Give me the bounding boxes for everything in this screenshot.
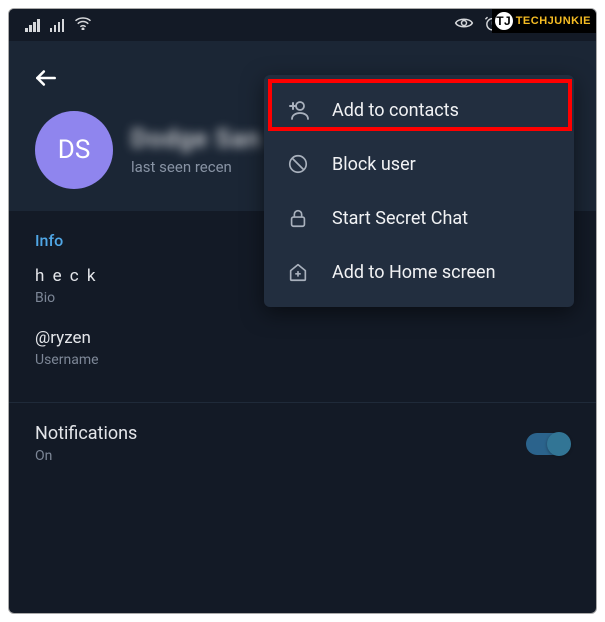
- menu-block-user-label: Block user: [332, 154, 416, 175]
- menu-home-screen[interactable]: Add to Home screen: [264, 245, 574, 299]
- signal-icon: [25, 19, 40, 32]
- name-column: Dodge San last seen recen: [131, 125, 261, 176]
- notifications-state: On: [35, 448, 137, 464]
- menu-add-contacts[interactable]: Add to contacts: [264, 83, 574, 137]
- avatar-initials: DS: [58, 135, 91, 165]
- watermark: TJ TECHJUNKIE: [492, 9, 596, 33]
- watermark-text: TECHJUNKIE: [516, 15, 591, 27]
- watermark-badge: TJ: [495, 12, 513, 30]
- menu-block-user[interactable]: Block user: [264, 137, 574, 191]
- menu-home-screen-label: Add to Home screen: [332, 262, 496, 283]
- notifications-title: Notifications: [35, 423, 137, 444]
- toggle-knob: [547, 432, 571, 456]
- menu-secret-chat-label: Start Secret Chat: [332, 208, 468, 229]
- app-frame: TJ TECHJUNKIE 67 5:30 DS: [8, 8, 597, 614]
- username-label: Username: [35, 352, 570, 368]
- username-value: @ryzen: [35, 328, 570, 348]
- username-item[interactable]: @ryzen Username: [35, 328, 570, 368]
- status-left: [25, 16, 92, 34]
- last-seen-status: last seen recen: [131, 158, 261, 176]
- back-button[interactable]: [29, 59, 63, 111]
- notifications-toggle[interactable]: [526, 433, 570, 455]
- block-icon: [286, 152, 310, 176]
- wifi-icon: [74, 16, 92, 34]
- notifications-row[interactable]: Notifications On: [9, 403, 596, 484]
- add-contact-icon: [286, 98, 310, 122]
- profile-name: Dodge San: [131, 125, 261, 154]
- menu-secret-chat[interactable]: Start Secret Chat: [264, 191, 574, 245]
- signal-icon-2: [50, 19, 65, 32]
- menu-add-contacts-label: Add to contacts: [332, 100, 459, 121]
- notifications-label-col: Notifications On: [35, 423, 137, 464]
- home-plus-icon: [286, 260, 310, 284]
- avatar[interactable]: DS: [35, 111, 113, 189]
- overflow-menu: Add to contacts Block user Start Secret …: [264, 75, 574, 307]
- lock-icon: [286, 206, 310, 230]
- eye-icon: [454, 16, 474, 34]
